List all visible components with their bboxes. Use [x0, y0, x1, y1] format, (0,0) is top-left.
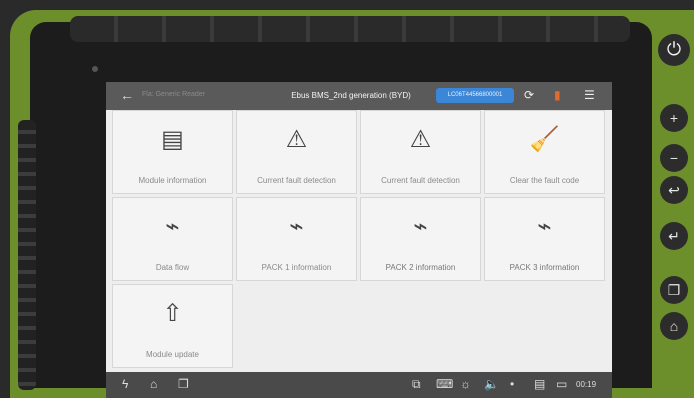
hw-home-button[interactable]: ⌂ — [660, 312, 688, 340]
tile-label: Clear the fault code — [509, 176, 580, 185]
pulse-icon: ⌁ — [289, 213, 304, 240]
tile-label: Current fault detection — [257, 176, 336, 185]
refresh-icon[interactable]: ⟳ — [524, 88, 534, 102]
power-button[interactable]: ⏻ — [658, 34, 690, 66]
function-grid: ▤ Module information ⚠ Current fault det… — [112, 110, 608, 372]
pulse-icon: ⌁ — [165, 213, 180, 240]
vin-badge: LC06T44566800001 — [436, 88, 514, 103]
screenshot-icon[interactable]: ⧉ — [412, 377, 421, 392]
tile-label: PACK 2 information — [385, 263, 456, 272]
diagnostic-icon[interactable]: ϟ — [122, 377, 128, 391]
tile-label: Data flow — [155, 263, 190, 272]
usb-icon: • — [510, 377, 515, 391]
tile-current-fault-detection-2[interactable]: ⚠ Current fault detection — [360, 110, 481, 194]
tile-clear-fault-code[interactable]: 🧹 Clear the fault code — [484, 110, 605, 194]
notification-icon[interactable]: ▤ — [534, 377, 545, 391]
volume-up-button[interactable]: + — [660, 104, 688, 132]
exit-icon[interactable]: ▮ — [554, 88, 561, 102]
tile-label: PACK 3 information — [509, 263, 580, 272]
top-grip — [70, 16, 630, 42]
volume-icon[interactable]: 🔈 — [484, 377, 499, 391]
tile-module-update[interactable]: ⇧ Module update — [112, 284, 233, 368]
warning-icon: ⚠ — [409, 126, 432, 153]
broom-icon: 🧹 — [529, 126, 560, 153]
hw-recent-button[interactable]: ❐ — [660, 276, 688, 304]
back-arrow-icon[interactable]: ← — [120, 87, 134, 103]
battery-icon: ▭ — [556, 377, 568, 391]
tile-label: PACK 1 information — [261, 263, 332, 272]
keyboard-icon[interactable]: ⌨ — [436, 377, 453, 391]
page-title: Ebus BMS_2nd generation (BYD) — [291, 91, 411, 100]
system-nav-bar: ϟ ⌂ ❐ ⧉ ⌨ ☼ 🔈 • ▤ ▭ 00:19 — [106, 372, 612, 398]
pulse-icon: ⌁ — [413, 213, 428, 240]
tile-pack-2[interactable]: ⌁ PACK 2 information — [360, 197, 481, 281]
tile-module-information[interactable]: ▤ Module information — [112, 110, 233, 194]
top-bar: ← Fla: Generic Reader Ebus BMS_2nd gener… — [106, 82, 612, 110]
home-icon[interactable]: ⌂ — [150, 377, 157, 391]
brightness-icon[interactable]: ☼ — [460, 377, 471, 391]
clock: 00:19 — [576, 380, 597, 389]
hw-back-button[interactable]: ↩ — [660, 176, 688, 204]
warning-icon: ⚠ — [285, 126, 308, 153]
pulse-icon: ⌁ — [537, 213, 552, 240]
device-screen: ← Fla: Generic Reader Ebus BMS_2nd gener… — [106, 82, 612, 398]
tile-label: Module information — [138, 176, 207, 185]
tile-data-flow[interactable]: ⌁ Data flow — [112, 197, 233, 281]
left-grip — [18, 120, 36, 390]
menu-icon[interactable]: ☰ — [584, 88, 595, 102]
upload-arrow-icon: ⇧ — [162, 300, 183, 327]
tile-pack-1[interactable]: ⌁ PACK 1 information — [236, 197, 357, 281]
tile-pack-3[interactable]: ⌁ PACK 3 information — [484, 197, 605, 281]
recent-apps-icon[interactable]: ❐ — [178, 377, 189, 391]
camera-lens — [92, 66, 98, 72]
hw-enter-button[interactable]: ↵ — [660, 222, 688, 250]
tile-current-fault-detection[interactable]: ⚠ Current fault detection — [236, 110, 357, 194]
breadcrumb: Fla: Generic Reader — [142, 91, 206, 98]
document-icon: ▤ — [161, 126, 184, 153]
tile-label: Current fault detection — [381, 176, 460, 185]
volume-down-button[interactable]: − — [660, 144, 688, 172]
tile-label: Module update — [146, 350, 199, 359]
